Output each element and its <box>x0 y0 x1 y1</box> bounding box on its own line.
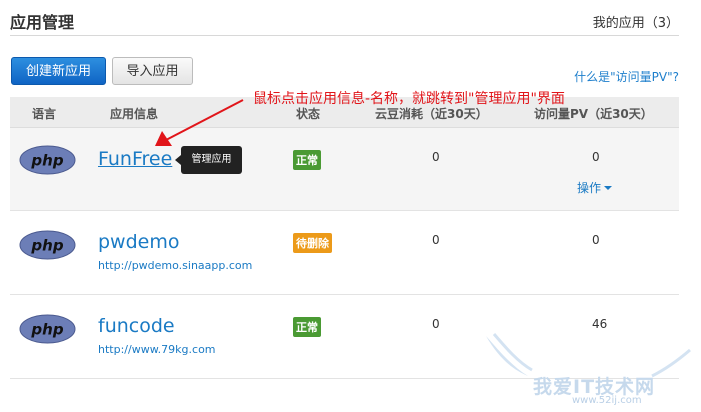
app-url-link[interactable]: http://pwdemo.sinaapp.com <box>98 259 252 272</box>
my-apps-count: 我的应用（3） <box>592 16 679 31</box>
annotation-text: 鼠标点击应用信息-名称，就跳转到"管理应用"界面 <box>253 91 565 107</box>
pv-help-link[interactable]: 什么是"访问量PV"? <box>574 68 679 85</box>
app-url-link[interactable]: http://www.79kg.com <box>98 343 216 356</box>
app-name-link[interactable]: FunFree <box>98 148 172 170</box>
page-title: 应用管理 <box>10 13 75 32</box>
svg-text:php: php <box>30 237 63 255</box>
beans-value: 0 <box>432 233 440 247</box>
svg-text:php: php <box>30 321 63 339</box>
beans-value: 0 <box>432 150 440 164</box>
php-logo-icon: php <box>19 145 76 175</box>
svg-text:php: php <box>30 152 63 170</box>
pv-value: 0 <box>592 150 600 164</box>
import-app-button[interactable]: 导入应用 <box>112 57 193 85</box>
beans-value: 0 <box>432 317 440 331</box>
create-app-button[interactable]: 创建新应用 <box>11 57 106 85</box>
status-badge: 正常 <box>293 150 321 170</box>
status-badge: 正常 <box>293 317 321 337</box>
pv-value: 46 <box>592 317 608 331</box>
caret-down-icon <box>604 186 613 190</box>
operations-label: 操作 <box>577 181 602 195</box>
header-divider <box>10 35 679 36</box>
header-language: 语言 <box>32 107 57 121</box>
app-name-link[interactable]: pwdemo <box>98 231 179 253</box>
table-row: php pwdemo http://pwdemo.sinaapp.com 待删除… <box>10 211 679 295</box>
header-app-info: 应用信息 <box>110 107 159 121</box>
php-logo-icon: php <box>19 230 76 260</box>
manage-app-tooltip: 管理应用 <box>175 146 242 174</box>
php-logo-icon: php <box>19 314 76 344</box>
table-row: php FunFree 正常 0 0 操作 <box>10 128 679 211</box>
app-name-link[interactable]: funcode <box>98 315 175 337</box>
pv-value: 0 <box>592 233 600 247</box>
status-badge: 待删除 <box>293 233 332 253</box>
operations-dropdown[interactable]: 操作 <box>577 179 613 196</box>
watermark-url: www.52ij.com <box>572 395 642 406</box>
table-row: php funcode http://www.79kg.com 正常 0 46 <box>10 295 679 379</box>
